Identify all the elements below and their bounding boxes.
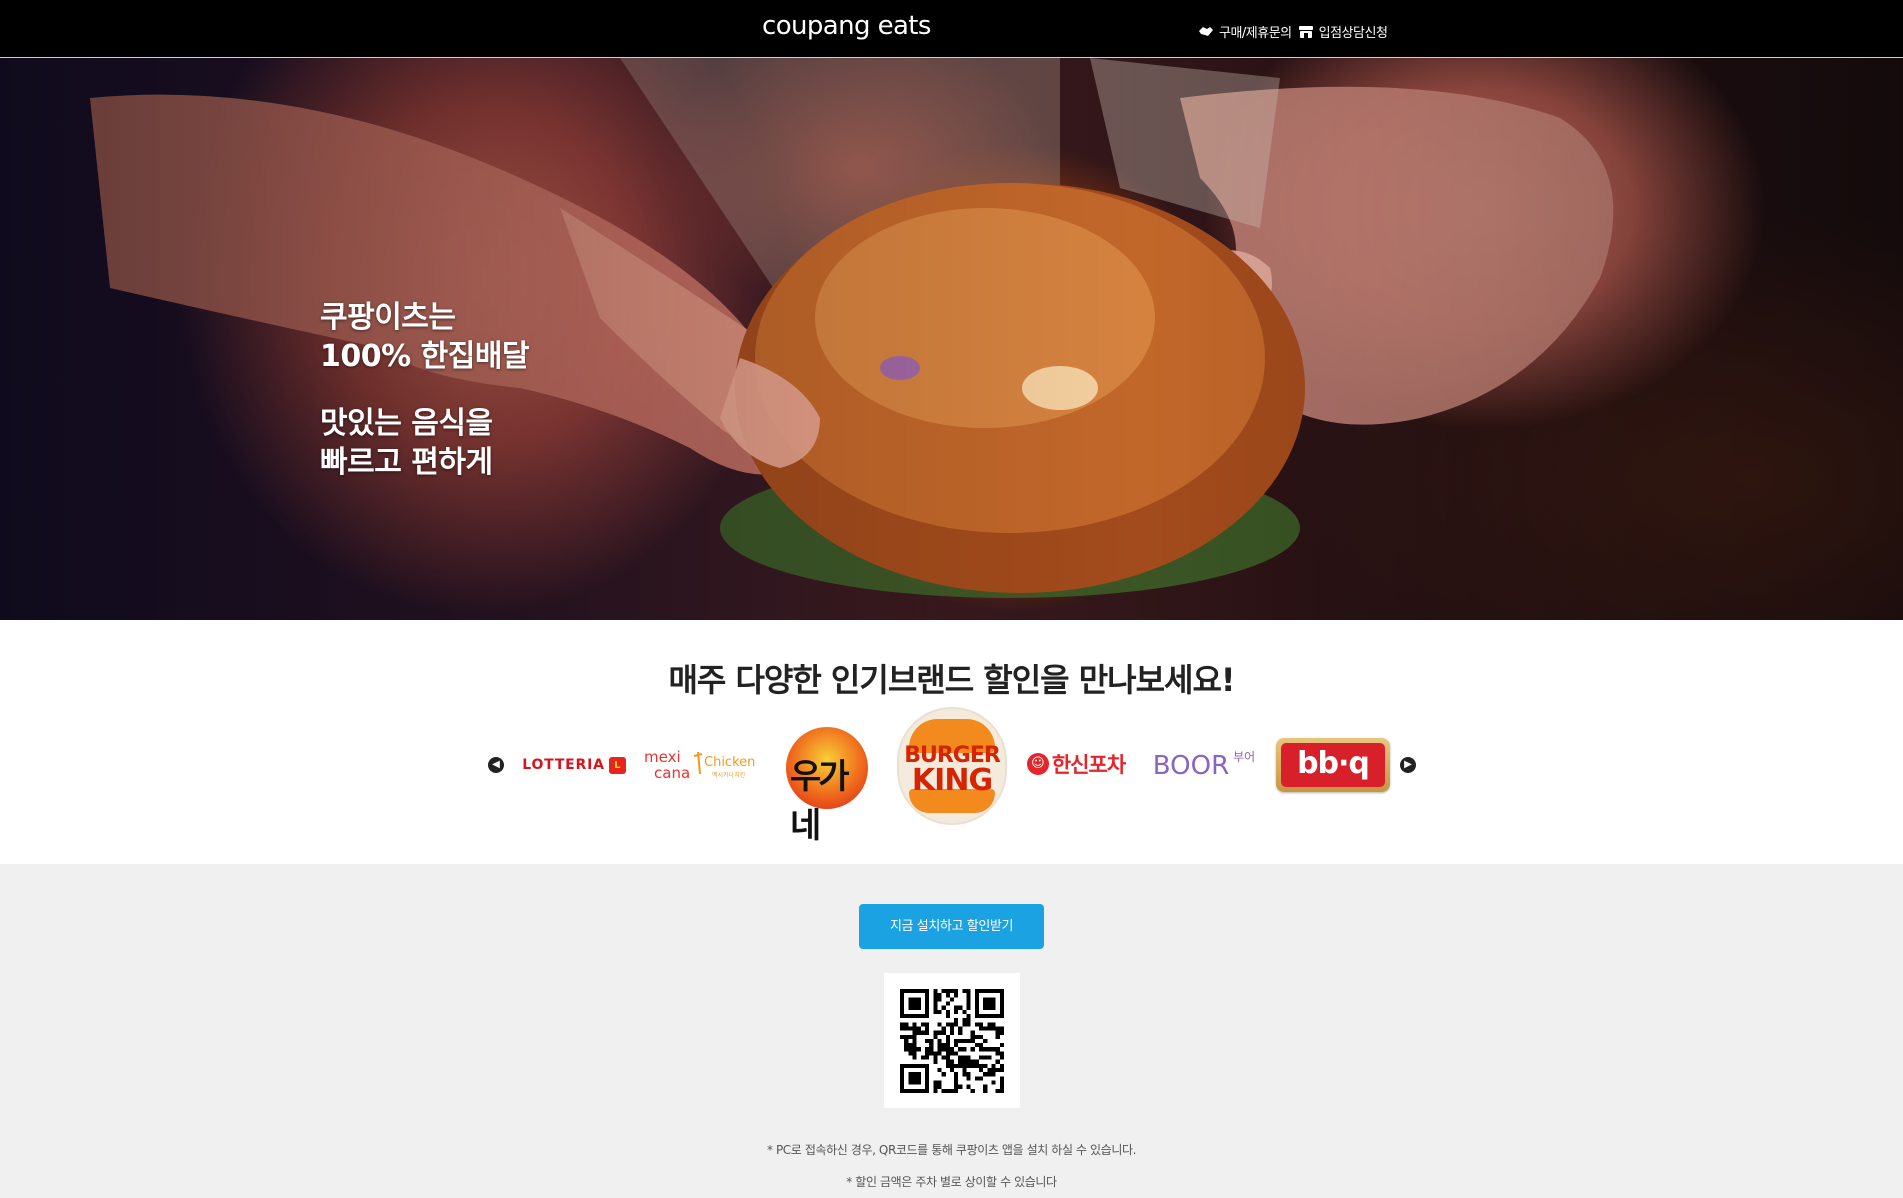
mexicana-bottom-text: cana (654, 764, 690, 782)
hero-headline: 쿠팡이츠는 100% 한집배달 맛있는 음식을 빠르고 편하게 (320, 298, 530, 482)
hero-line-1: 쿠팡이츠는 (320, 300, 456, 335)
site-header: coupang eats 구매/제휴문의 입점상담신청 (0, 0, 1903, 58)
lotteria-badge-icon: L (608, 756, 626, 774)
hero-shade (0, 58, 1903, 620)
install-notes: * PC로 접속하신 경우, QR코드를 통해 쿠팡이츠 앱을 설치 하실 수 … (0, 1134, 1903, 1198)
boor-korean-text: 부어 (1233, 749, 1256, 764)
app-download-section: 지금 설치하고 할인받기 * PC로 접속하신 경우, QR코드를 통해 쿠팡이… (0, 864, 1903, 1192)
mexicana-logo: mexi cana Chicken 멕시카나치킨 (644, 748, 755, 782)
brand-hansin-pocha[interactable]: ☺ 한신포차 (1016, 746, 1136, 782)
burger-king-word-2: KING (911, 763, 993, 798)
brand-promo-section: 매주 다양한 인기브랜드 할인을 만나보세요! ◀ LOTTERIA L mex… (0, 620, 1903, 864)
brand-ugane[interactable]: 우가네 (768, 727, 886, 846)
chevron-left-icon[interactable]: ◀ (488, 757, 504, 773)
store-application-label: 입점상담신청 (1318, 26, 1388, 41)
brand-mexicana[interactable]: mexi cana Chicken 멕시카나치킨 (642, 744, 760, 784)
install-note-discount: * 할인 금액은 주차 별로 상이할 수 있습니다 (846, 1175, 1057, 1189)
bbq-logo-text: bb·q (1281, 743, 1385, 787)
brand-bbq[interactable]: bb·q (1274, 737, 1392, 793)
boor-logo-text: BOOR (1152, 751, 1230, 781)
hansin-logo-text: 한신포차 (1051, 753, 1126, 777)
chevron-right-icon[interactable]: ▶ (1400, 757, 1416, 773)
ugane-logo-text: 우가네 (790, 757, 850, 846)
hansin-smile-icon: ☺ (1026, 753, 1049, 775)
mexicana-sub-text: 멕시카나치킨 (712, 771, 745, 779)
coupang-eats-logo[interactable]: coupang eats (762, 11, 931, 41)
partnership-inquiry-label: 구매/제휴문의 (1219, 26, 1292, 41)
mexicana-chicken-text: Chicken (704, 755, 755, 770)
hero-line-2: 100% 한집배달 (320, 339, 530, 374)
brand-burger-king[interactable]: BURGER KING (898, 708, 1006, 824)
brands-title: 매주 다양한 인기브랜드 할인을 만나보세요! (668, 661, 1235, 699)
install-discount-button[interactable]: 지금 설치하고 할인받기 (859, 904, 1044, 949)
header-links: 구매/제휴문의 입점상담신청 (1198, 22, 1388, 41)
ugane-logo: 우가네 (786, 727, 868, 846)
qr-code[interactable] (884, 973, 1020, 1108)
store-icon (1298, 26, 1313, 38)
hero-line-4: 빠르고 편하게 (320, 445, 493, 480)
lotteria-logo-text: LOTTERIA (522, 757, 605, 773)
hero-banner: 쿠팡이츠는 100% 한집배달 맛있는 음식을 빠르고 편하게 (0, 58, 1903, 620)
partnership-inquiry-link[interactable]: 구매/제휴문의 (1198, 22, 1292, 41)
handshake-icon (1199, 27, 1213, 36)
brand-carousel: ◀ LOTTERIA L mexi cana Chicken 멕시카나치킨 우가… (486, 708, 1418, 846)
install-note-pc: * PC로 접속하신 경우, QR코드를 통해 쿠팡이츠 앱을 설치 하실 수 … (766, 1143, 1137, 1157)
hero-line-3: 맛있는 음식을 (320, 406, 493, 441)
qr-code-icon (900, 988, 1004, 1093)
store-application-link[interactable]: 입점상담신청 (1298, 22, 1388, 41)
brand-lotteria[interactable]: LOTTERIA L (514, 750, 634, 780)
burger-king-logo: BURGER KING (899, 709, 1005, 823)
bbq-logo: bb·q (1276, 738, 1390, 792)
brand-boor[interactable]: BOOR 부어 (1146, 744, 1262, 788)
